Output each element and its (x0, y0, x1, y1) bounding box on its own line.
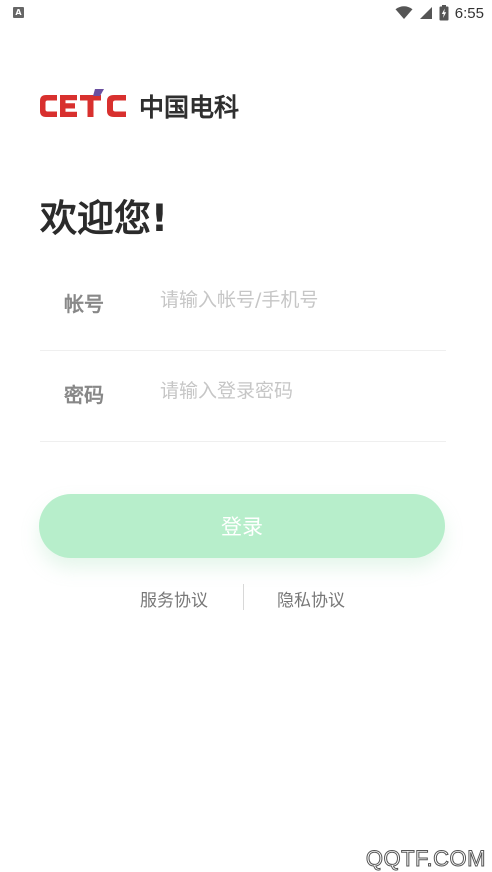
watermark: QQTF.COM (365, 846, 486, 872)
account-input[interactable] (160, 282, 440, 318)
privacy-agreement-link[interactable]: 隐私协议 (277, 586, 345, 611)
agreements: 服务协议 隐私协议 (0, 584, 492, 611)
cetc-logo: 中国电科 (38, 86, 239, 126)
wifi-icon (395, 6, 413, 20)
account-row: 帐号 (40, 260, 446, 351)
account-label: 帐号 (64, 292, 104, 316)
status-time: 6:55 (454, 4, 484, 22)
logo-chinese-text: 中国电科 (139, 93, 240, 122)
cetc-logo-mark (40, 89, 126, 117)
agreement-divider (243, 584, 244, 610)
battery-icon (439, 5, 449, 21)
status-bar: A 6:55 (0, 0, 492, 26)
status-bar-right: 6:55 (395, 3, 484, 23)
welcome-title: 欢迎您! (40, 197, 168, 240)
a-notification-icon: A (13, 7, 24, 18)
signal-icon (419, 7, 432, 19)
password-label: 密码 (64, 383, 104, 407)
password-row: 密码 (40, 351, 446, 442)
password-input[interactable] (160, 373, 440, 409)
service-agreement-link[interactable]: 服务协议 (140, 586, 208, 611)
login-button[interactable]: 登录 (39, 494, 445, 558)
